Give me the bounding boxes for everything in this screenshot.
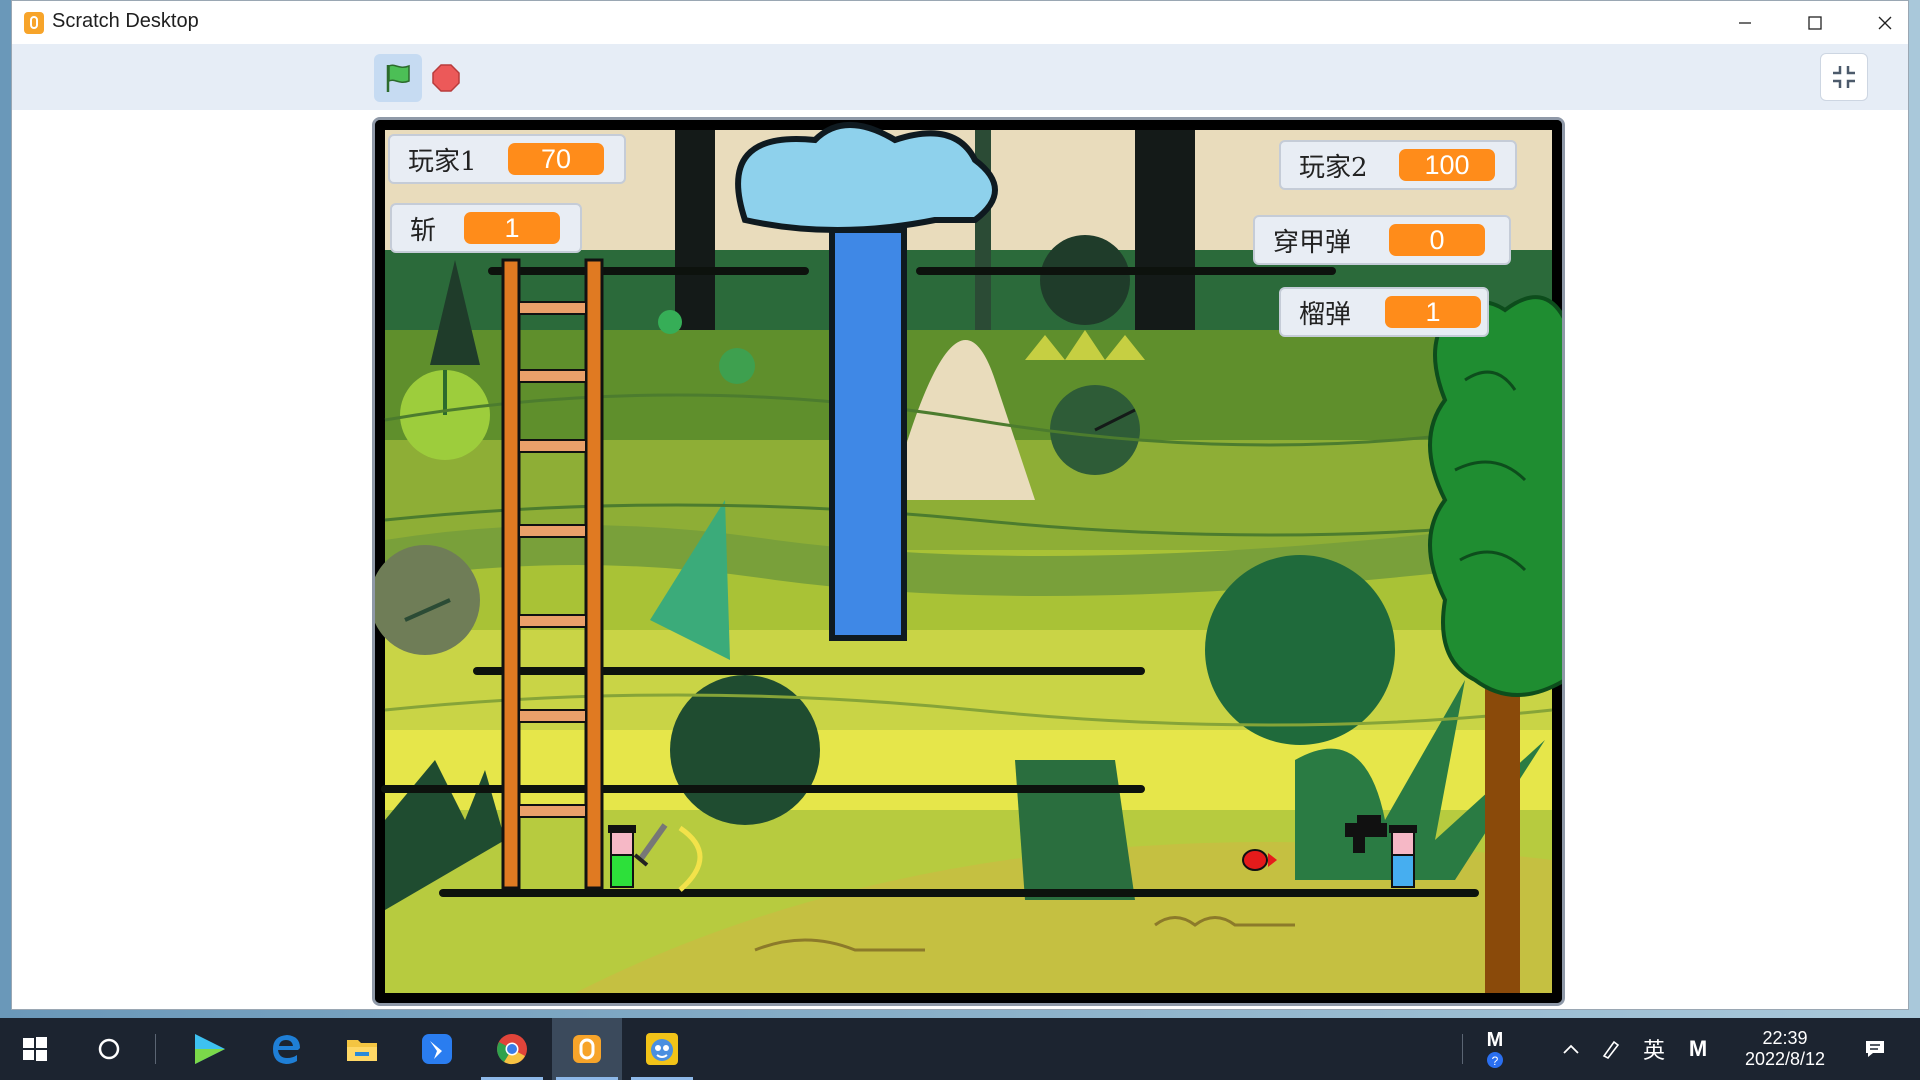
monitor-slash[interactable]: 斩 1 (390, 203, 582, 253)
scratch-window: Scratch Desktop 玩家1 70 斩 1 玩家2 100 穿甲弹 0… (11, 0, 1909, 1010)
monitor-label-ap-bullet: 穿甲弹 (1273, 227, 1352, 258)
ime-button[interactable]: 英 (1636, 1018, 1672, 1080)
scratch-app-icon (24, 12, 44, 34)
taskbar-separator (1462, 1034, 1463, 1064)
tray-app-m[interactable]: M ? (1478, 1018, 1512, 1080)
player2-sprite (1389, 825, 1417, 888)
monitor-player1[interactable]: 玩家1 70 (388, 134, 626, 184)
close-button[interactable] (1850, 1, 1920, 44)
edge-icon (273, 1035, 300, 1064)
taskbar-separator (155, 1034, 156, 1064)
close-icon (1878, 16, 1892, 29)
maximize-icon (1808, 15, 1822, 30)
scratch-icon (573, 1035, 601, 1063)
minimize-button[interactable] (1710, 1, 1780, 44)
play-icon (195, 1034, 225, 1064)
cortana-icon (98, 1038, 120, 1060)
pen-button[interactable] (1596, 1018, 1626, 1080)
taskbar-app-edge[interactable] (252, 1018, 322, 1080)
start-button[interactable] (0, 1018, 70, 1080)
taskbar-app-chrome[interactable] (477, 1018, 547, 1080)
monitor-ap-bullet[interactable]: 穿甲弹 0 (1253, 215, 1511, 265)
monitor-label-grenade: 榴弹 (1299, 299, 1352, 330)
title-bar[interactable]: Scratch Desktop (12, 1, 1908, 44)
monitor-value-player1: 70 (508, 143, 604, 175)
taskbar: M ? 英 M 22:39 2022/8/12 (0, 1018, 1920, 1080)
monitor-value-grenade: 1 (1385, 296, 1481, 328)
clock-time: 22:39 (1762, 1028, 1808, 1048)
pen-icon (1602, 1040, 1620, 1060)
show-hidden-icons-button[interactable] (1556, 1018, 1586, 1080)
player1-sprite (608, 825, 636, 888)
taskbar-app-scratch[interactable] (552, 1018, 622, 1080)
exit-fullscreen-button[interactable] (1820, 53, 1868, 101)
green-flag-icon (386, 64, 410, 92)
taskbar-app-game[interactable] (627, 1018, 697, 1080)
monitor-label-player2: 玩家2 (1299, 152, 1368, 183)
svg-text:?: ? (1492, 1054, 1499, 1068)
clock[interactable]: 22:39 2022/8/12 (1730, 1018, 1840, 1080)
minimize-icon (1739, 21, 1751, 24)
maximize-button[interactable] (1780, 1, 1850, 44)
taskbar-app-media-player[interactable] (175, 1018, 245, 1080)
m-icon: M (1688, 1036, 1708, 1061)
green-flag-button[interactable] (374, 54, 422, 102)
monitor-value-slash: 1 (464, 212, 560, 244)
folder-icon (347, 1040, 377, 1061)
search-button[interactable] (74, 1018, 144, 1080)
taskbar-app-file-explorer[interactable] (327, 1018, 397, 1080)
taskbar-app-feishu[interactable] (402, 1018, 472, 1080)
chevron-up-icon (1563, 1044, 1579, 1054)
monitor-value-ap-bullet: 0 (1389, 224, 1485, 256)
stop-sign-icon (432, 64, 460, 92)
stage-toolbar (12, 44, 1908, 110)
monitor-player2[interactable]: 玩家2 100 (1279, 140, 1517, 190)
clock-date: 2022/8/12 (1744, 1049, 1826, 1069)
action-center-button[interactable] (1850, 1018, 1900, 1080)
tray-app-m2[interactable]: M (1680, 1018, 1716, 1080)
monitor-label-player1: 玩家1 (408, 146, 477, 177)
game-mascot-icon (646, 1033, 678, 1065)
m-icon: M (1486, 1029, 1504, 1051)
monitor-value-player2: 100 (1399, 149, 1495, 181)
help-icon: ? (1487, 1052, 1503, 1068)
monitor-grenade[interactable]: 榴弹 1 (1279, 287, 1489, 337)
monitor-label-slash: 斩 (410, 215, 437, 246)
window-title: Scratch Desktop (52, 10, 199, 32)
exit-fullscreen-icon (1833, 66, 1855, 88)
windows-logo-icon (23, 1037, 47, 1061)
feishu-icon (422, 1034, 452, 1064)
ime-label: 英 (1642, 1038, 1665, 1063)
chrome-icon (497, 1034, 527, 1065)
game-stage[interactable]: 玩家1 70 斩 1 玩家2 100 穿甲弹 0 榴弹 1 (372, 117, 1565, 1006)
notification-icon (1866, 1041, 1884, 1057)
stop-button[interactable] (422, 54, 470, 102)
